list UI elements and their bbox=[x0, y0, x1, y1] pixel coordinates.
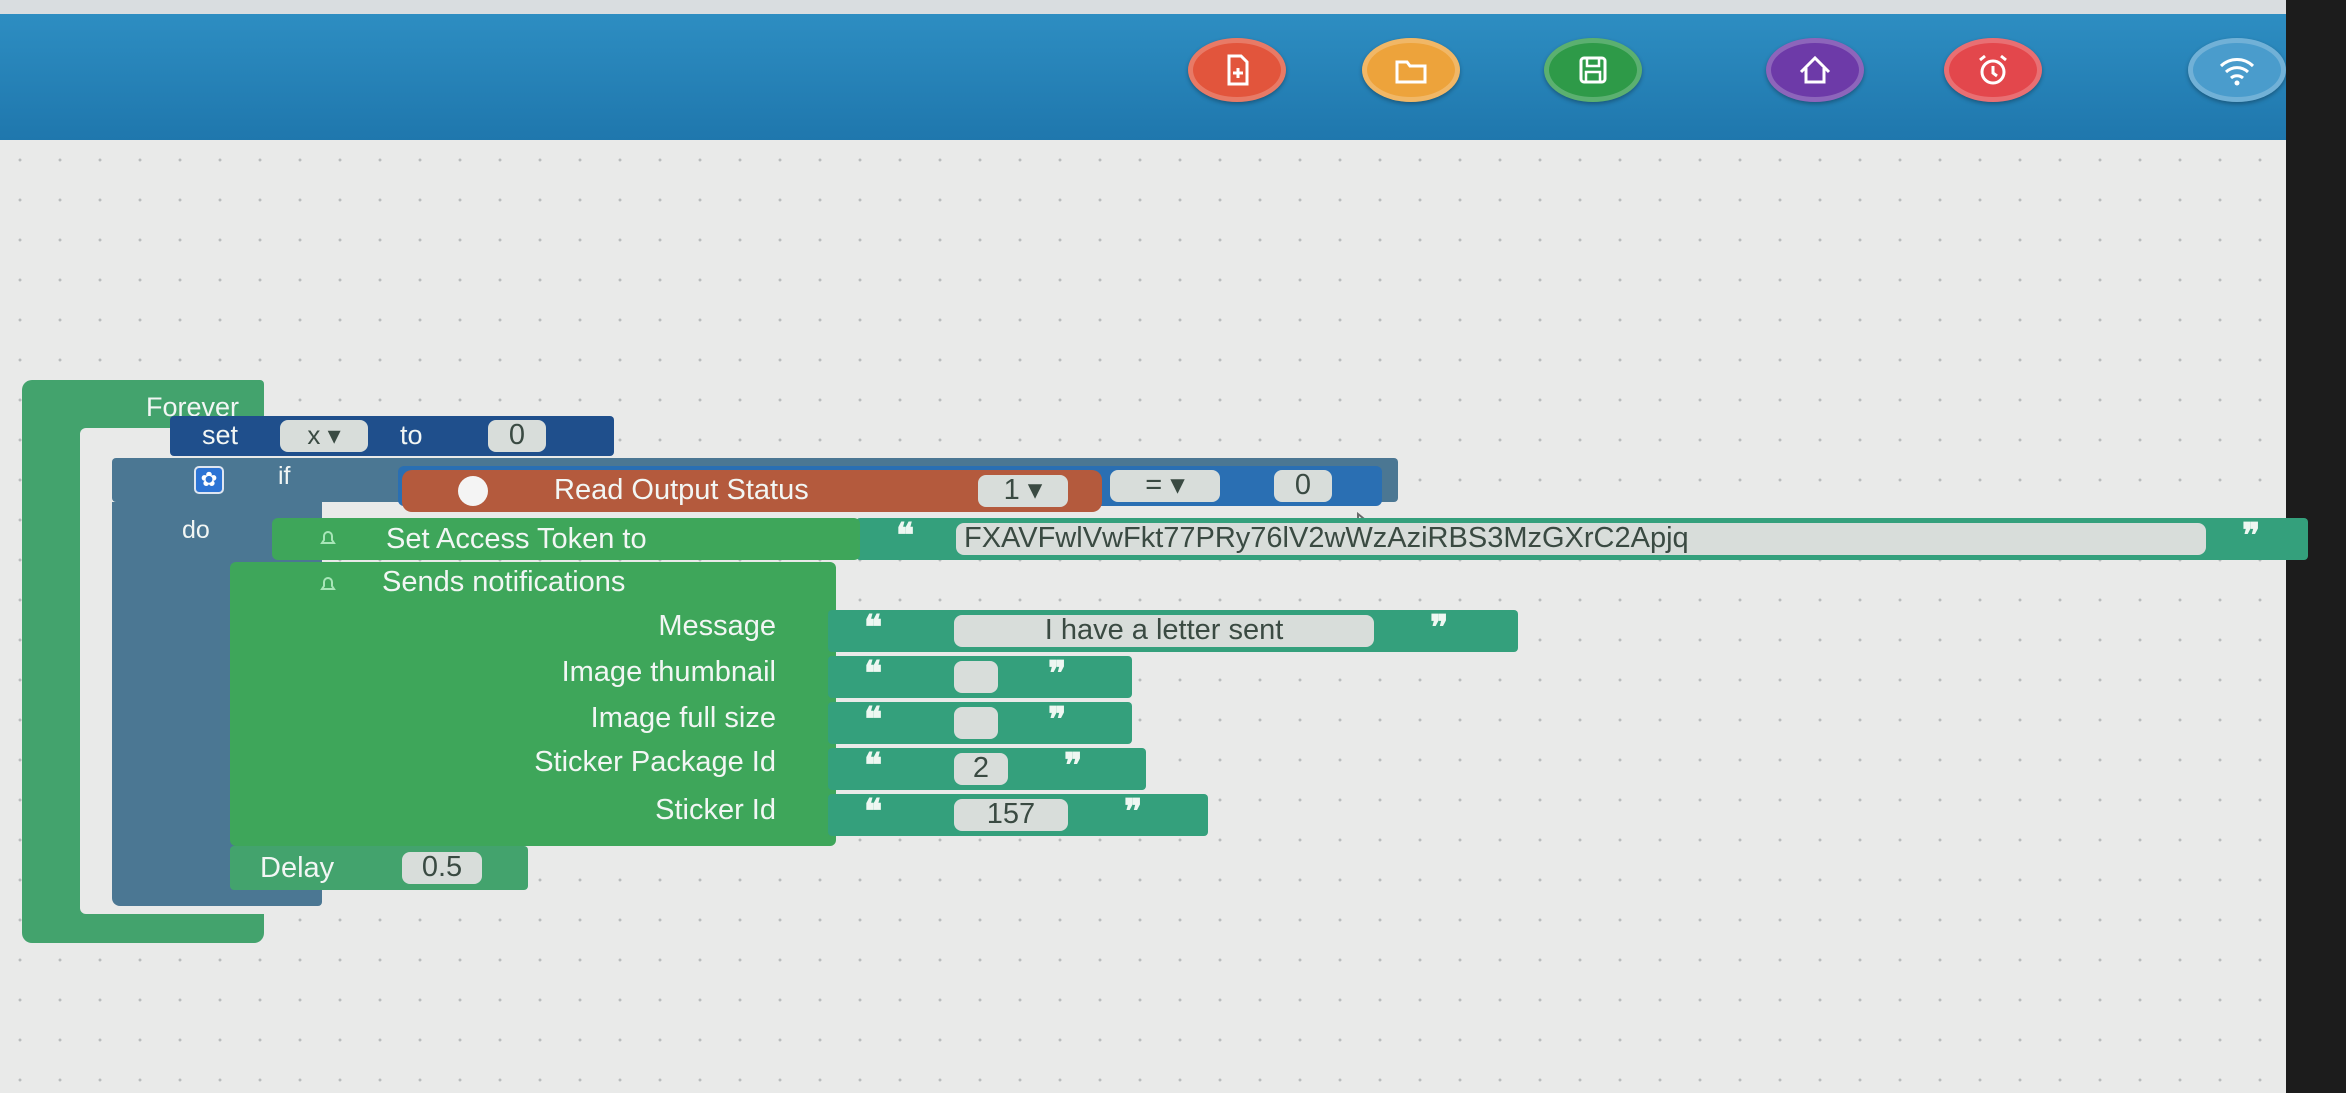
set-label: set bbox=[202, 420, 239, 450]
sticker-package-string-block[interactable]: ❝ 2 ❞ bbox=[828, 747, 1146, 790]
wifi-icon bbox=[2219, 58, 2255, 86]
bell-icon bbox=[320, 577, 336, 590]
new-file-icon bbox=[1227, 54, 1249, 86]
window-top-edge bbox=[0, 0, 2286, 14]
blocks-workspace[interactable]: Forever set x ▾ to 0 ✿ if do = ▾ 0 Read … bbox=[0, 140, 2308, 1093]
read-output-status-block[interactable]: Read Output Status 1 ▾ bbox=[402, 470, 1102, 512]
delay-block[interactable]: Delay 0.5 bbox=[230, 846, 528, 890]
message-field[interactable]: I have a letter sent bbox=[954, 615, 1374, 647]
delay-label: Delay bbox=[260, 852, 335, 884]
sticker-package-id-field[interactable]: 2 bbox=[954, 753, 1008, 785]
variable-dropdown[interactable]: x ▾ bbox=[280, 420, 368, 452]
open-quote-icon: ❝ bbox=[864, 609, 883, 647]
set-token-label: Set Access Token to bbox=[386, 523, 647, 555]
new-file-button[interactable] bbox=[1188, 38, 1286, 102]
open-quote-icon: ❝ bbox=[864, 701, 883, 739]
open-folder-button[interactable] bbox=[1362, 38, 1460, 102]
channel-dropdown[interactable]: 1 ▾ bbox=[978, 475, 1068, 507]
gear-icon[interactable]: ✿ bbox=[194, 466, 224, 494]
home-button[interactable] bbox=[1766, 38, 1864, 102]
sticker-package-id-label: Sticker Package Id bbox=[534, 746, 776, 778]
sticker-id-string-block[interactable]: ❝ 157 ❞ bbox=[828, 793, 1208, 836]
wifi-button[interactable] bbox=[2188, 38, 2286, 102]
close-quote-icon: ❞ bbox=[2242, 517, 2261, 555]
message-string-block[interactable]: ❝ I have a letter sent ❞ bbox=[828, 609, 1518, 652]
close-quote-icon: ❞ bbox=[1430, 609, 1449, 647]
open-quote-icon: ❝ bbox=[864, 655, 883, 693]
token-string-block[interactable]: ❝ FXAVFwlVwFkt77PRy76lV2wWzAziRBS3MzGXrC… bbox=[856, 517, 2308, 560]
notifications-title: Sends notifications bbox=[382, 566, 626, 598]
to-label: to bbox=[400, 420, 423, 450]
close-quote-icon: ❞ bbox=[1048, 655, 1067, 693]
image-full-size-label: Image full size bbox=[590, 702, 776, 734]
folder-icon bbox=[1395, 60, 1427, 84]
top-toolbar bbox=[0, 0, 2286, 140]
led-indicator-icon bbox=[458, 476, 488, 506]
if-label: if bbox=[278, 462, 291, 490]
delay-value-field[interactable]: 0.5 bbox=[402, 852, 482, 884]
operator-dropdown[interactable]: = ▾ bbox=[1110, 470, 1220, 502]
read-output-label: Read Output Status bbox=[554, 474, 809, 506]
alarm-clock-icon bbox=[1979, 54, 2007, 85]
set-variable-block[interactable]: set x ▾ to 0 bbox=[170, 416, 614, 456]
close-quote-icon: ❞ bbox=[1048, 701, 1067, 739]
open-quote-icon: ❝ bbox=[864, 747, 883, 785]
open-quote-icon: ❝ bbox=[896, 517, 915, 555]
set-access-token-block[interactable]: Set Access Token to bbox=[272, 518, 860, 560]
compare-value-field[interactable]: 0 bbox=[1274, 470, 1332, 502]
close-quote-icon: ❞ bbox=[1124, 793, 1143, 831]
sends-notifications-block[interactable]: Sends notifications Message Image thumbn… bbox=[230, 562, 836, 846]
sticker-id-field[interactable]: 157 bbox=[954, 799, 1068, 831]
image-full-size-field[interactable] bbox=[954, 707, 998, 739]
fullsize-string-block[interactable]: ❝ ❞ bbox=[828, 701, 1132, 744]
image-thumbnail-label: Image thumbnail bbox=[561, 656, 776, 688]
message-label: Message bbox=[658, 610, 776, 642]
image-thumbnail-field[interactable] bbox=[954, 661, 998, 693]
home-icon bbox=[1799, 55, 1831, 84]
sticker-id-label: Sticker Id bbox=[655, 794, 776, 826]
access-token-field[interactable]: FXAVFwlVwFkt77PRy76lV2wWzAziRBS3MzGXrC2A… bbox=[956, 523, 2206, 555]
alarm-button[interactable] bbox=[1944, 38, 2042, 102]
close-quote-icon: ❞ bbox=[1064, 747, 1083, 785]
bell-icon bbox=[320, 531, 336, 544]
save-icon bbox=[1579, 56, 1607, 84]
open-quote-icon: ❝ bbox=[864, 793, 883, 831]
set-value-field[interactable]: 0 bbox=[488, 420, 546, 452]
thumbnail-string-block[interactable]: ❝ ❞ bbox=[828, 655, 1132, 698]
save-button[interactable] bbox=[1544, 38, 1642, 102]
do-label: do bbox=[182, 516, 210, 544]
